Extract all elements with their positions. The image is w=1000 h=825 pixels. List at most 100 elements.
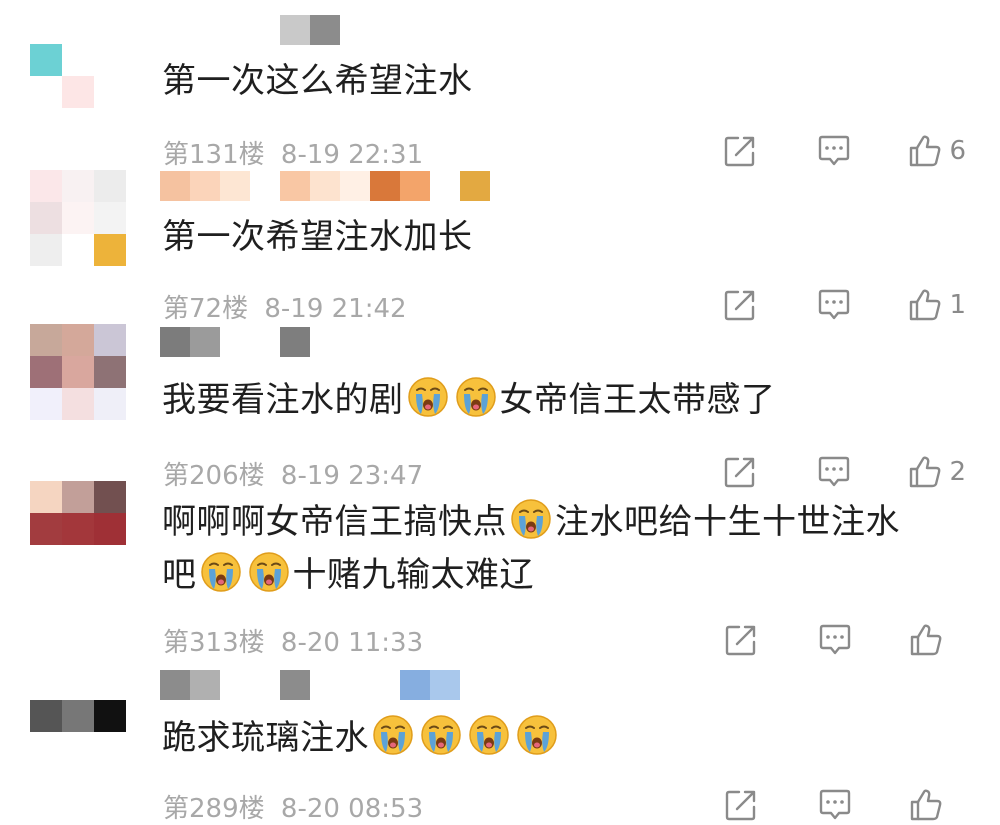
comment-meta: 第206楼 8-19 23:47 <box>163 455 423 492</box>
comment-text-segment: 十赌九输太难辽 <box>292 555 534 595</box>
avatar-pixel <box>30 700 62 732</box>
avatar-pixel <box>94 44 126 76</box>
comment-meta: 第131楼 8-19 22:31 <box>163 134 423 171</box>
avatar-pixel <box>30 44 62 76</box>
crying-face-emoji <box>407 376 449 418</box>
username-pixel <box>340 670 370 700</box>
avatar[interactable] <box>30 324 126 420</box>
comment-text-segment: 跪求琉璃注水 <box>162 718 369 758</box>
avatar[interactable] <box>30 170 126 266</box>
avatar-pixel <box>94 700 126 732</box>
like-button[interactable] <box>908 787 966 823</box>
username-pixel <box>310 171 340 201</box>
comment-icon[interactable] <box>816 287 852 323</box>
comment-text-segment: 注水吧给十生十世注水 <box>555 502 900 542</box>
share-icon[interactable] <box>722 454 758 490</box>
comment-icon[interactable] <box>816 454 852 490</box>
comment-icon[interactable] <box>816 133 852 169</box>
username-pixel <box>190 171 220 201</box>
comment-actions <box>723 622 966 658</box>
crying-face-emoji <box>510 498 552 540</box>
username-pixel <box>250 15 280 45</box>
share-icon[interactable] <box>722 133 758 169</box>
avatar-pixel <box>94 356 126 388</box>
avatar-pixel <box>94 170 126 202</box>
username-pixel <box>310 15 340 45</box>
thumb-up-icon[interactable] <box>907 287 943 323</box>
username[interactable] <box>160 327 310 357</box>
username-pixel <box>280 670 310 700</box>
crying-face-emoji <box>468 714 510 756</box>
comment-text-segment: 第一次希望注水加长 <box>162 217 473 257</box>
username[interactable] <box>160 670 460 700</box>
like-button[interactable]: 2 <box>907 454 966 490</box>
avatar-pixel <box>62 234 94 266</box>
thumb-up-icon[interactable] <box>907 133 943 169</box>
comment-icon[interactable] <box>817 787 853 823</box>
username-pixel <box>400 670 430 700</box>
username-pixel <box>280 327 310 357</box>
like-count: 2 <box>949 457 966 487</box>
avatar-pixel <box>94 513 126 545</box>
crying-face-emoji <box>372 714 414 756</box>
timestamp: 8-20 08:53 <box>280 794 424 824</box>
avatar-pixel <box>62 668 94 700</box>
avatar-pixel <box>30 170 62 202</box>
avatar[interactable] <box>30 481 126 577</box>
avatar-pixel <box>30 234 62 266</box>
comment-icon[interactable] <box>817 622 853 658</box>
share-icon[interactable] <box>723 622 759 658</box>
floor-number: 第289楼 <box>163 794 265 824</box>
username-pixel <box>430 670 460 700</box>
like-button[interactable]: 1 <box>907 287 966 323</box>
avatar-pixel <box>62 513 94 545</box>
avatar-pixel <box>62 545 94 577</box>
username-pixel <box>370 171 400 201</box>
comment-meta: 第313楼 8-20 11:33 <box>163 622 423 659</box>
floor-number: 第131楼 <box>163 140 265 170</box>
username-pixel <box>310 670 340 700</box>
thumb-up-icon[interactable] <box>908 787 944 823</box>
comment-actions <box>723 787 966 823</box>
crying-face-emoji <box>200 551 242 593</box>
username-pixel <box>430 171 460 201</box>
like-button[interactable] <box>908 622 966 658</box>
username[interactable] <box>160 171 490 201</box>
avatar-pixel <box>94 388 126 420</box>
avatar-pixel <box>62 700 94 732</box>
avatar-pixel <box>94 668 126 700</box>
thumb-up-icon[interactable] <box>907 454 943 490</box>
comment-text: 跪求琉璃注水 <box>162 712 982 765</box>
username-pixel <box>400 171 430 201</box>
like-button[interactable]: 6 <box>907 133 966 169</box>
avatar-pixel <box>30 545 62 577</box>
share-icon[interactable] <box>723 787 759 823</box>
floor-number: 第313楼 <box>163 628 265 658</box>
avatar[interactable] <box>30 668 126 764</box>
username[interactable] <box>160 15 340 45</box>
avatar-pixel <box>62 170 94 202</box>
username-pixel <box>220 171 250 201</box>
avatar-pixel <box>62 202 94 234</box>
floor-number: 第72楼 <box>163 294 249 324</box>
avatar[interactable] <box>30 12 126 108</box>
username-pixel <box>160 171 190 201</box>
comment-text: 啊啊啊女帝信王搞快点 注水吧给十生十世注水吧 十赌九输太难辽 <box>162 496 982 602</box>
thumb-up-icon[interactable] <box>908 622 944 658</box>
comment-text: 第一次希望注水加长 <box>162 211 982 264</box>
avatar-pixel <box>62 481 94 513</box>
avatar-pixel <box>94 202 126 234</box>
avatar-pixel <box>30 388 62 420</box>
comment-actions: 2 <box>722 454 966 490</box>
avatar-pixel <box>62 388 94 420</box>
username-pixel <box>250 327 280 357</box>
comment-actions: 6 <box>722 133 966 169</box>
avatar-pixel <box>62 324 94 356</box>
timestamp: 8-19 23:47 <box>280 461 424 491</box>
like-count: 6 <box>949 136 966 166</box>
username-pixel <box>460 171 490 201</box>
comment-meta: 第72楼 8-19 21:42 <box>163 288 407 325</box>
username-pixel <box>190 670 220 700</box>
share-icon[interactable] <box>722 287 758 323</box>
avatar-pixel <box>62 76 94 108</box>
